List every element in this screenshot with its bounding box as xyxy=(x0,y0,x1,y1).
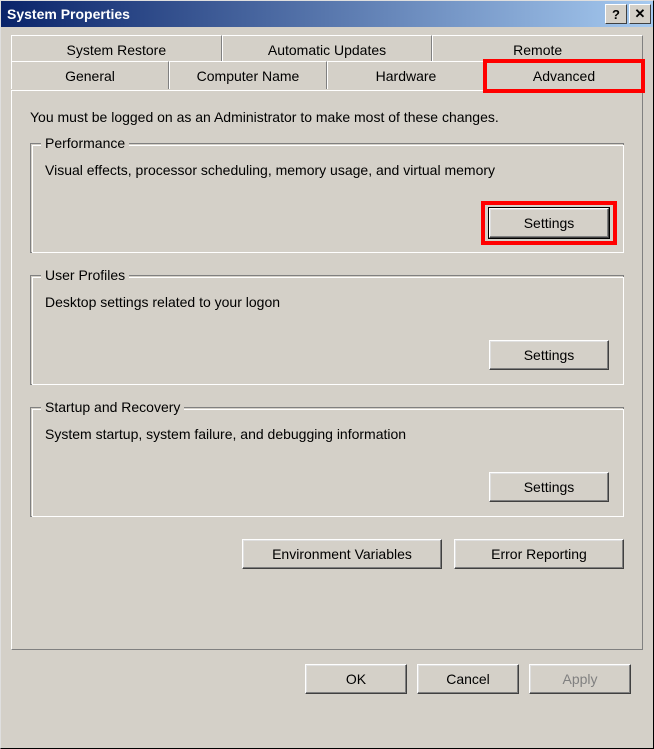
error-reporting-button[interactable]: Error Reporting xyxy=(454,539,624,569)
dialog-button-row: OK Cancel Apply xyxy=(11,650,643,694)
user-profiles-settings-button[interactable]: Settings xyxy=(489,340,609,370)
tab-system-restore[interactable]: System Restore xyxy=(11,35,222,63)
desc-performance: Visual effects, processor scheduling, me… xyxy=(45,162,609,178)
tab-advanced[interactable]: Advanced xyxy=(485,61,643,91)
apply-button[interactable]: Apply xyxy=(529,664,631,694)
tab-hardware[interactable]: Hardware xyxy=(327,61,485,89)
tab-automatic-updates[interactable]: Automatic Updates xyxy=(222,35,433,63)
desc-startup: System startup, system failure, and debu… xyxy=(45,426,609,442)
button-label: Environment Variables xyxy=(272,546,412,562)
button-row: Settings xyxy=(45,208,609,238)
tab-computer-name[interactable]: Computer Name xyxy=(169,61,327,89)
button-label: Settings xyxy=(524,479,575,495)
button-label: Error Reporting xyxy=(491,546,587,562)
button-label: OK xyxy=(346,671,366,687)
highlight-wrap: Settings xyxy=(489,208,609,238)
tab-label: Computer Name xyxy=(197,68,300,84)
startup-settings-button[interactable]: Settings xyxy=(489,472,609,502)
button-label: Settings xyxy=(524,215,575,231)
environment-variables-button[interactable]: Environment Variables xyxy=(242,539,442,569)
tab-general[interactable]: General xyxy=(11,61,169,89)
tab-label: Automatic Updates xyxy=(268,42,386,58)
legend-user-profiles: User Profiles xyxy=(41,267,129,283)
lower-buttons: Environment Variables Error Reporting xyxy=(30,539,624,569)
group-startup-recovery: Startup and Recovery System startup, sys… xyxy=(30,407,624,517)
help-icon: ? xyxy=(612,7,620,22)
tab-label: Remote xyxy=(513,42,562,58)
button-row: Settings xyxy=(45,340,609,370)
desc-user-profiles: Desktop settings related to your logon xyxy=(45,294,609,310)
tab-remote[interactable]: Remote xyxy=(432,35,643,63)
button-label: Settings xyxy=(524,347,575,363)
close-icon: ✕ xyxy=(635,6,646,22)
group-performance: Performance Visual effects, processor sc… xyxy=(30,143,624,253)
tab-row-front: General Computer Name Hardware Advanced xyxy=(11,61,643,91)
window-title: System Properties xyxy=(7,6,130,22)
client-area: System Restore Automatic Updates Remote … xyxy=(1,27,653,704)
tab-row-back: System Restore Automatic Updates Remote xyxy=(11,35,643,63)
system-properties-window: System Properties ? ✕ System Restore Aut… xyxy=(0,0,654,749)
button-label: Cancel xyxy=(446,671,490,687)
tab-panel-advanced: You must be logged on as an Administrato… xyxy=(11,90,643,650)
legend-performance: Performance xyxy=(41,135,129,151)
group-user-profiles: User Profiles Desktop settings related t… xyxy=(30,275,624,385)
ok-button[interactable]: OK xyxy=(305,664,407,694)
tab-label: System Restore xyxy=(67,42,167,58)
close-button[interactable]: ✕ xyxy=(629,4,651,24)
performance-settings-button[interactable]: Settings xyxy=(489,208,609,238)
tab-strip: System Restore Automatic Updates Remote … xyxy=(11,35,643,91)
tab-label: Hardware xyxy=(376,68,437,84)
titlebar-buttons: ? ✕ xyxy=(605,4,651,24)
tab-label: Advanced xyxy=(533,68,595,84)
button-label: Apply xyxy=(562,671,597,687)
help-button[interactable]: ? xyxy=(605,4,627,24)
titlebar: System Properties ? ✕ xyxy=(1,1,653,27)
cancel-button[interactable]: Cancel xyxy=(417,664,519,694)
legend-startup: Startup and Recovery xyxy=(41,399,184,415)
button-row: Settings xyxy=(45,472,609,502)
admin-notice: You must be logged on as an Administrato… xyxy=(30,109,624,125)
tab-label: General xyxy=(65,68,115,84)
